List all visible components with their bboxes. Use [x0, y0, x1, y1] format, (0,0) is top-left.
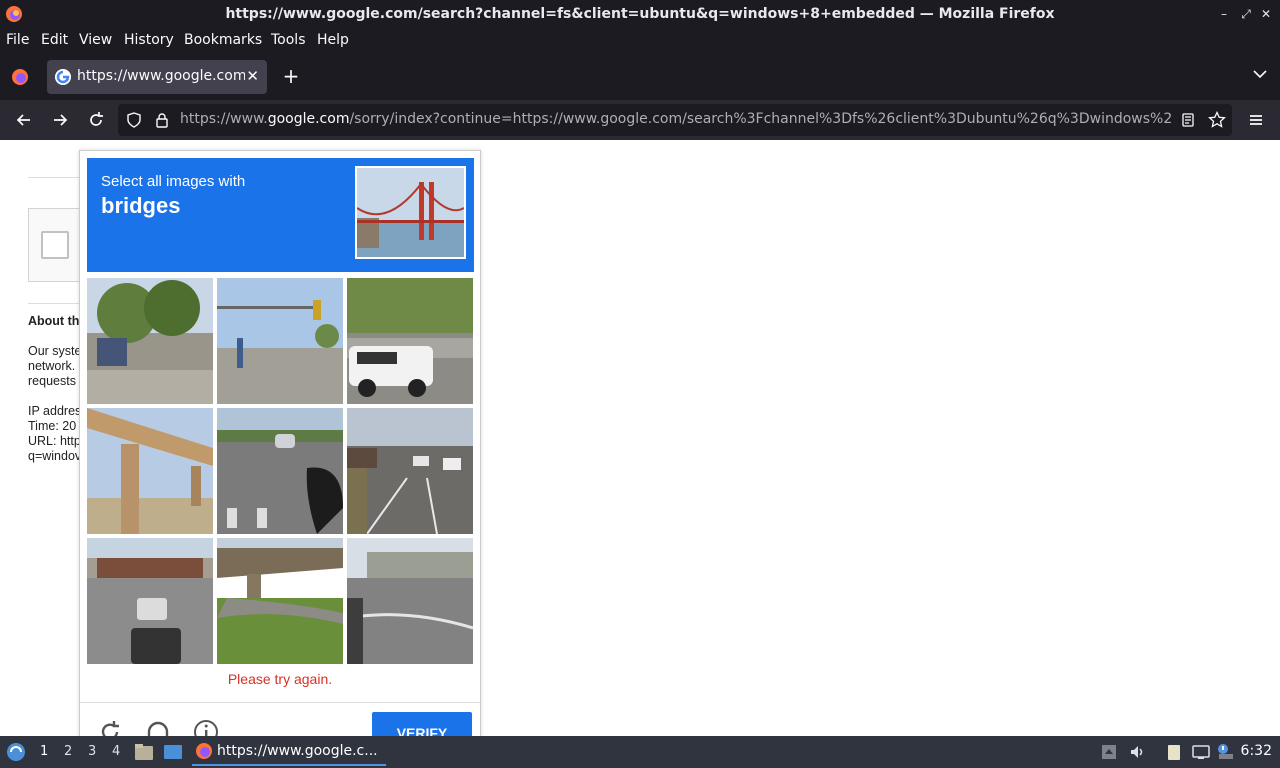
image-grid [87, 278, 474, 665]
close-window-button[interactable]: ✕ [1258, 6, 1274, 22]
menu-tools[interactable]: Tools [271, 32, 306, 48]
volume-icon[interactable] [1128, 743, 1146, 761]
file-manager-icon[interactable] [134, 743, 154, 761]
time-line: Time: 20 [28, 419, 77, 433]
title-bar: https://www.google.com/search?channel=fs… [0, 0, 1280, 30]
workspace-1[interactable]: 1 [40, 744, 48, 759]
notification-icon[interactable] [1216, 743, 1234, 761]
grid-tile[interactable] [217, 408, 343, 534]
lock-icon[interactable] [154, 112, 170, 128]
grid-tile[interactable] [347, 278, 473, 404]
reload-challenge-icon[interactable] [97, 719, 123, 736]
url-domain: google.com [267, 111, 350, 127]
menu-file[interactable]: File [6, 32, 29, 48]
grid-tile[interactable] [87, 538, 213, 664]
grid-tile[interactable] [87, 408, 213, 534]
taskbar-firefox-task[interactable]: https://www.google.c... [192, 738, 386, 766]
clipboard-icon[interactable] [1165, 743, 1183, 761]
minimize-button[interactable]: – [1216, 6, 1232, 22]
menu-edit[interactable]: Edit [41, 32, 68, 48]
menu-bar: File Edit View History Bookmarks Tools H… [0, 30, 1280, 52]
chevron-down-icon[interactable] [1252, 66, 1268, 82]
menu-view[interactable]: View [79, 32, 112, 48]
back-arrow-icon[interactable] [14, 110, 34, 130]
google-favicon-icon [55, 69, 71, 85]
menu-bookmarks[interactable]: Bookmarks [184, 32, 262, 48]
tab-bar: https://www.google.com/ ✕ + [0, 52, 1280, 100]
shield-icon[interactable] [126, 112, 142, 128]
challenge-header: Select all images with bridges [87, 158, 474, 272]
url-line: q=windov [28, 449, 82, 463]
maximize-button[interactable]: ⤢ [1238, 6, 1254, 22]
url-text[interactable]: https://www.google.com/sorry/index?conti… [180, 111, 1172, 127]
challenge-instruction: Select all images with [101, 173, 246, 190]
bg-line: Our syste [28, 344, 82, 358]
taskbar: 1 2 3 4 https://www.google.c... 6:32 [0, 736, 1280, 768]
tab-label: https://www.google.com/ [77, 68, 245, 84]
about-heading: About th [28, 314, 80, 328]
reader-view-icon[interactable] [1180, 112, 1196, 128]
grid-tile[interactable] [347, 538, 473, 664]
menu-help[interactable]: Help [317, 32, 349, 48]
error-message: Please try again. [227, 671, 333, 687]
workspace-3[interactable]: 3 [88, 744, 96, 759]
bookmark-star-icon[interactable] [1208, 111, 1226, 129]
eject-icon[interactable] [1100, 743, 1118, 761]
ip-address-line: IP addres [28, 404, 82, 418]
forward-arrow-icon[interactable] [50, 110, 70, 130]
grid-tile[interactable] [217, 278, 343, 404]
bg-line: network. [28, 359, 76, 373]
network-icon[interactable] [1192, 743, 1210, 761]
info-icon[interactable] [193, 719, 219, 736]
page-content: About th Our syste network. requests IP … [0, 140, 1280, 736]
footer-divider [80, 702, 480, 703]
grid-tile[interactable] [87, 278, 213, 404]
bg-line: requests [28, 374, 76, 388]
desktop-icon[interactable] [163, 743, 183, 761]
task-label: https://www.google.c... [217, 743, 378, 759]
url-prefix: https://www. [180, 111, 268, 127]
address-bar[interactable]: https://www.google.com/sorry/index?conti… [118, 104, 1232, 136]
headphones-icon[interactable] [145, 719, 171, 736]
grid-tile[interactable] [347, 408, 473, 534]
navigation-bar: https://www.google.com/sorry/index?conti… [0, 100, 1280, 140]
challenge-target: bridges [101, 193, 181, 218]
workspace-2[interactable]: 2 [64, 744, 72, 759]
close-tab-icon[interactable]: ✕ [246, 67, 259, 85]
recaptcha-challenge: Select all images with bridges Please tr… [79, 150, 481, 736]
tab-google[interactable]: https://www.google.com/ ✕ [47, 60, 267, 94]
url-suffix: /sorry/index?continue=https://www.google… [349, 111, 1172, 127]
menu-history[interactable]: History [124, 32, 174, 48]
reload-icon[interactable] [86, 110, 106, 130]
window-title: https://www.google.com/search?channel=fs… [225, 6, 1055, 22]
workspace-4[interactable]: 4 [112, 744, 120, 759]
firefox-view-icon[interactable] [11, 68, 29, 86]
start-menu-icon[interactable] [6, 742, 26, 762]
grid-tile[interactable] [217, 538, 343, 664]
verify-button[interactable]: VERIFY [372, 712, 472, 736]
clock: 6:32 [1240, 743, 1272, 759]
url-line: URL: http [28, 434, 81, 448]
recaptcha-checkbox[interactable] [41, 231, 69, 259]
firefox-icon [196, 743, 212, 759]
new-tab-button[interactable]: + [281, 64, 301, 88]
hamburger-menu-icon[interactable] [1246, 110, 1266, 130]
sample-image [355, 166, 466, 259]
